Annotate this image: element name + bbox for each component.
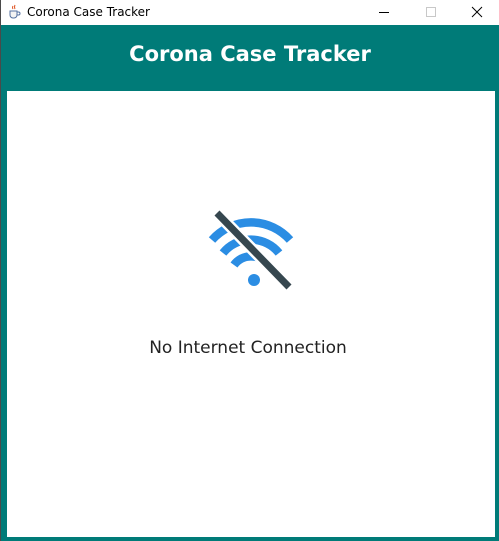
- window-titlebar[interactable]: Corona Case Tracker: [1, 0, 499, 25]
- content-panel: No Internet Connection: [7, 91, 495, 537]
- app-frame: Corona Case Tracker No Internet Connecti…: [1, 25, 499, 541]
- minimize-icon: [379, 12, 389, 13]
- java-coffee-cup-icon: [7, 4, 22, 19]
- header-title: Corona Case Tracker: [129, 42, 371, 66]
- no-wifi-icon: [203, 208, 295, 292]
- close-icon: [471, 6, 483, 18]
- minimize-button[interactable]: [361, 0, 407, 25]
- window-title: Corona Case Tracker: [27, 5, 150, 19]
- status-message: No Internet Connection: [149, 338, 347, 358]
- close-button[interactable]: [454, 0, 499, 25]
- maximize-button[interactable]: [408, 0, 454, 25]
- app-window: Corona Case Tracker Corona Case Tracker: [0, 0, 499, 541]
- maximize-icon: [426, 7, 436, 17]
